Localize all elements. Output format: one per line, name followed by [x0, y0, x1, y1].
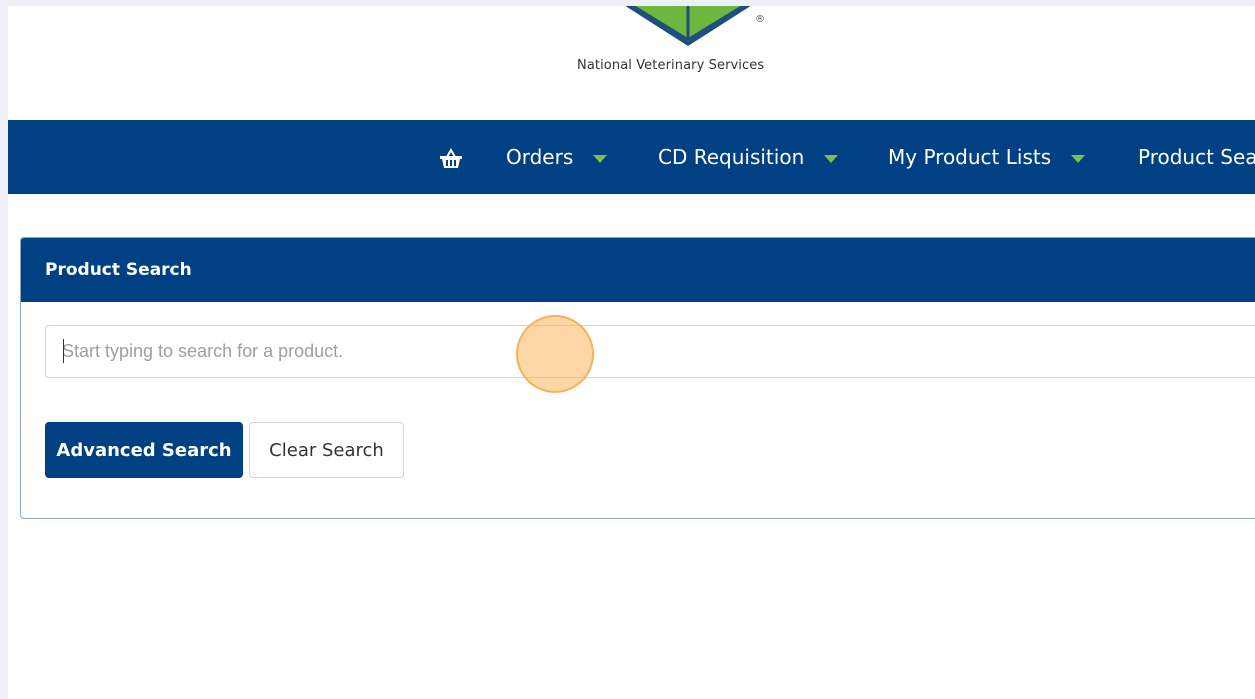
chevron-down-icon [1071, 155, 1086, 163]
panel-header: Product Search [21, 238, 1255, 302]
text-cursor [63, 339, 64, 363]
nav-item-cd-requisition[interactable]: CD Requisition [658, 120, 839, 194]
brand-logo-icon[interactable] [608, 6, 768, 52]
panel-title: Product Search [45, 260, 192, 280]
page: ® National Veterinary Services Orders CD… [8, 6, 1255, 699]
chevron-down-icon [824, 155, 839, 163]
product-search-panel: Product Search Advanced Search Clear Sea… [20, 237, 1255, 519]
chevron-down-icon [593, 155, 608, 163]
registered-mark: ® [755, 14, 765, 25]
basket-icon[interactable] [439, 147, 463, 170]
click-indicator [516, 315, 594, 393]
product-search-input[interactable] [45, 325, 1255, 378]
nav-item-product-search[interactable]: Product Search [1138, 120, 1255, 194]
nav-item-label: Product Search [1138, 145, 1255, 169]
main-nav: Orders CD Requisition My Product Lists P… [8, 120, 1255, 194]
header: ® National Veterinary Services [8, 6, 1255, 120]
nav-item-my-product-lists[interactable]: My Product Lists [888, 120, 1086, 194]
advanced-search-button[interactable]: Advanced Search [45, 422, 243, 478]
clear-search-button[interactable]: Clear Search [249, 422, 404, 478]
nav-item-label: CD Requisition [658, 145, 805, 169]
nav-item-label: My Product Lists [888, 145, 1052, 169]
brand-name: National Veterinary Services [577, 58, 765, 73]
nav-item-label: Orders [506, 145, 574, 169]
nav-item-orders[interactable]: Orders [506, 120, 608, 194]
